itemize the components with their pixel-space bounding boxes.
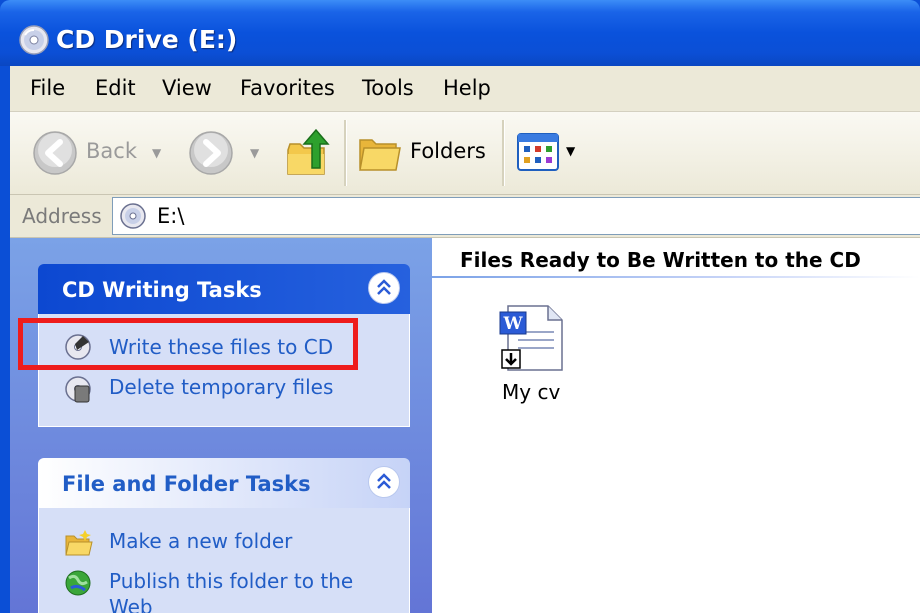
back-label: Back (86, 139, 137, 163)
cd-writing-tasks-header[interactable]: CD Writing Tasks (38, 264, 410, 314)
menu-view[interactable]: View (162, 76, 212, 100)
file-folder-tasks-body: Make a new folder Publish this folder to… (38, 508, 410, 613)
menu-edit[interactable]: Edit (95, 76, 136, 100)
toolbar-separator (502, 120, 504, 186)
collapse-chevron-icon[interactable] (368, 272, 400, 304)
cd-drive-icon (120, 203, 146, 229)
back-button[interactable]: Back ▼ (28, 126, 168, 180)
word-document-icon: W (499, 305, 563, 371)
views-dropdown-icon: ▼ (566, 144, 576, 158)
menu-favorites[interactable]: Favorites (240, 76, 335, 100)
address-input[interactable]: E:\ (112, 197, 920, 235)
cd-writing-tasks-title: CD Writing Tasks (62, 278, 262, 302)
new-folder-icon (65, 530, 93, 556)
publish-web-icon (65, 570, 91, 596)
views-icon (517, 133, 559, 171)
menu-bar: File Edit View Favorites Tools Help (10, 66, 920, 112)
file-list-view: Files Ready to Be Written to the CD W My… (432, 238, 920, 613)
forward-arrow-icon (189, 131, 233, 175)
delete-temporary-files-icon (65, 376, 91, 403)
publish-folder-to-web-link[interactable]: Publish this folder to the Web (109, 568, 369, 613)
delete-temporary-files-link[interactable]: Delete temporary files (109, 374, 333, 400)
cd-drive-icon (19, 25, 49, 55)
file-name: My cv (502, 380, 561, 404)
svg-text:W: W (502, 314, 523, 334)
address-bar: Address E:\ (10, 195, 920, 238)
highlight-box (18, 318, 358, 370)
window-title: CD Drive (E:) (56, 25, 238, 54)
forward-dropdown-icon: ▼ (250, 146, 260, 160)
task-pane: CD Writing Tasks Write these files to CD… (10, 238, 432, 613)
menu-tools[interactable]: Tools (362, 76, 414, 100)
collapse-chevron-icon[interactable] (368, 466, 400, 498)
views-button[interactable]: ▼ (516, 130, 584, 176)
toolbar: Back ▼ ▼ Folders ▼ (10, 112, 920, 195)
title-bar[interactable]: CD Drive (E:) (0, 0, 920, 66)
folders-icon (359, 139, 401, 171)
toolbar-separator (344, 120, 346, 186)
forward-button[interactable]: ▼ (186, 126, 266, 180)
menu-file[interactable]: File (30, 76, 65, 100)
menu-help[interactable]: Help (443, 76, 491, 100)
back-dropdown-icon: ▼ (152, 146, 162, 160)
explorer-window: CD Drive (E:) File Edit View Favorites T… (0, 0, 920, 613)
address-value: E:\ (157, 204, 185, 228)
up-folder-button[interactable] (284, 124, 332, 180)
up-folder-icon (287, 128, 330, 175)
back-arrow-icon (33, 131, 77, 175)
folders-label: Folders (410, 139, 486, 163)
file-folder-tasks-header[interactable]: File and Folder Tasks (38, 458, 410, 508)
file-item[interactable]: W My cv (432, 238, 632, 418)
folders-button[interactable]: Folders (356, 126, 486, 180)
address-label: Address (22, 204, 102, 228)
make-new-folder-link[interactable]: Make a new folder (109, 528, 292, 554)
file-folder-tasks-title: File and Folder Tasks (62, 472, 311, 496)
